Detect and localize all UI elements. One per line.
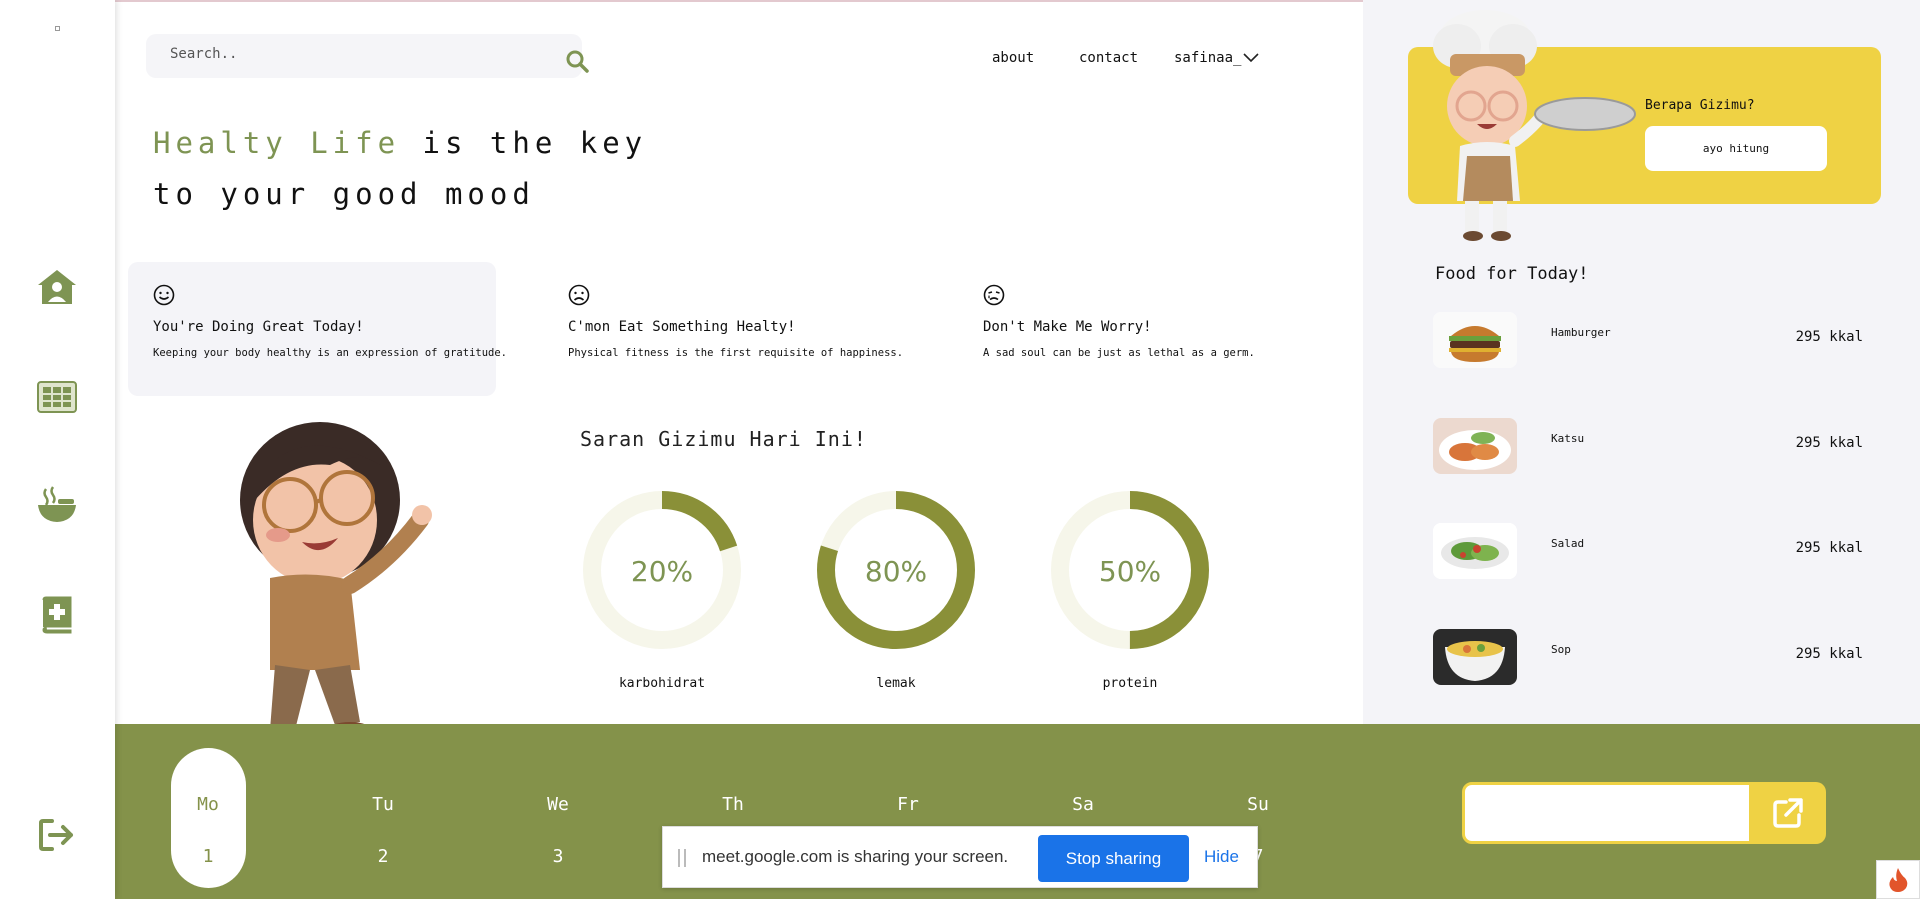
mood-card-great[interactable]: You're Doing Great Today! Keeping your b…: [128, 262, 508, 396]
mood-subtitle: A sad soul can be just as lethal as a ge…: [983, 347, 1255, 359]
katsu-image: [1433, 418, 1517, 474]
nav-about-link[interactable]: about: [992, 50, 1034, 66]
user-menu[interactable]: safinaa_: [1174, 50, 1241, 66]
calculate-button[interactable]: ayo hitung: [1645, 126, 1827, 171]
food-name: Salad: [1551, 537, 1585, 550]
ring-percent: 50%: [1099, 555, 1161, 588]
food-name: Katsu: [1551, 432, 1585, 445]
ring-chart-karbohidrat: 20%: [583, 491, 741, 649]
share-message: meet.google.com is sharing your screen.: [702, 847, 1009, 866]
food-kcal: 295 kkal: [1795, 329, 1863, 345]
calculator-icon: [37, 381, 77, 413]
logout-button[interactable]: [36, 814, 78, 856]
day-label[interactable]: We: [528, 794, 588, 815]
date-number[interactable]: 3: [528, 846, 588, 867]
food-item[interactable]: Katsu 295 kkal: [1433, 418, 1863, 474]
mood-card-eat[interactable]: C'mon Eat Something Healty! Physical fit…: [543, 262, 911, 396]
sidebar-item-medical-book[interactable]: [36, 594, 78, 636]
chevron-down-icon[interactable]: [1243, 53, 1259, 63]
food-item[interactable]: Salad 295 kkal: [1433, 523, 1863, 579]
food-section-title: Food for Today!: [1435, 264, 1589, 284]
date-number[interactable]: 2: [353, 846, 413, 867]
mood-title: You're Doing Great Today!: [153, 319, 364, 335]
food-name: Hamburger: [1551, 326, 1611, 339]
mood-subtitle: Keeping your body healthy is an expressi…: [153, 347, 508, 359]
search-bar: [146, 34, 582, 78]
food-kcal: 295 kkal: [1795, 540, 1863, 556]
note-input[interactable]: [1462, 782, 1752, 844]
ring-percent: 20%: [631, 555, 693, 588]
mood-card-worry[interactable]: Don't Make Me Worry! A sad soul can be j…: [958, 262, 1326, 396]
food-item[interactable]: Hamburger 295 kkal: [1433, 312, 1863, 368]
day-label[interactable]: Sa: [1053, 794, 1113, 815]
logout-icon: [39, 819, 73, 851]
search-input[interactable]: [170, 46, 550, 62]
sidebar: [0, 0, 115, 899]
day-label[interactable]: Th: [703, 794, 763, 815]
sidebar-item-calculator[interactable]: [36, 376, 78, 418]
hamburger-image: [1433, 312, 1517, 368]
hero-headline: Healty Life is the key to your good mood: [153, 118, 647, 220]
medical-book-icon: [42, 596, 72, 634]
food-name: Sop: [1551, 643, 1571, 656]
soup-image: [1433, 629, 1517, 685]
mood-title: C'mon Eat Something Healty!: [568, 319, 796, 335]
promo-question: Berapa Gizimu?: [1645, 98, 1755, 113]
chef-mascot-illustration: [1433, 10, 1636, 241]
day-label[interactable]: Tu: [353, 794, 413, 815]
smile-icon: [153, 284, 175, 306]
sidebar-item-food[interactable]: [36, 484, 78, 526]
ring-label: lemak: [876, 676, 916, 691]
day-label[interactable]: Mo: [178, 794, 238, 815]
date-number[interactable]: 1: [178, 846, 238, 867]
suggestion-title: Saran Gizimu Hari Ini!: [580, 427, 867, 451]
hero-line1-text: is the key: [400, 126, 648, 160]
hero-accent-text: Healty Life: [153, 126, 401, 160]
sidebar-item-home[interactable]: [36, 266, 78, 308]
day-label[interactable]: Su: [1228, 794, 1288, 815]
ring-percent: 80%: [865, 555, 927, 588]
mascot-boy-illustration: [240, 422, 432, 744]
ring-label: karbohidrat: [618, 676, 706, 691]
food-kcal: 295 kkal: [1795, 435, 1863, 451]
stop-sharing-button[interactable]: Stop sharing: [1038, 835, 1189, 882]
ring-chart-lemak: 80%: [817, 491, 975, 649]
hide-banner-link[interactable]: Hide: [1204, 847, 1239, 867]
day-label[interactable]: Fr: [878, 794, 938, 815]
flame-icon: [1889, 867, 1908, 892]
search-icon[interactable]: [565, 49, 589, 73]
external-link-icon: [1773, 798, 1803, 828]
open-external-button[interactable]: [1750, 782, 1826, 844]
food-kcal: 295 kkal: [1795, 646, 1863, 662]
food-item[interactable]: Sop 295 kkal: [1433, 629, 1863, 685]
food-bowl-icon: [38, 486, 76, 522]
salad-image: [1433, 523, 1517, 579]
selected-day-pill[interactable]: [171, 748, 246, 888]
mood-subtitle: Physical fitness is the first requisite …: [568, 347, 904, 359]
nav-contact-link[interactable]: contact: [1079, 50, 1138, 66]
frown-icon: [568, 284, 590, 306]
home-user-icon: [38, 270, 76, 304]
drag-handle-icon[interactable]: [678, 849, 686, 867]
sad-tear-icon: [983, 284, 1005, 306]
screen-share-banner: meet.google.com is sharing your screen. …: [662, 826, 1258, 888]
ring-label: protein: [1102, 676, 1158, 691]
ring-chart-protein: 50%: [1051, 491, 1209, 649]
mood-title: Don't Make Me Worry!: [983, 319, 1152, 335]
sidebar-logo: [55, 26, 60, 31]
hero-line2-text: to your good mood: [153, 177, 535, 211]
corner-widget[interactable]: [1876, 860, 1920, 899]
